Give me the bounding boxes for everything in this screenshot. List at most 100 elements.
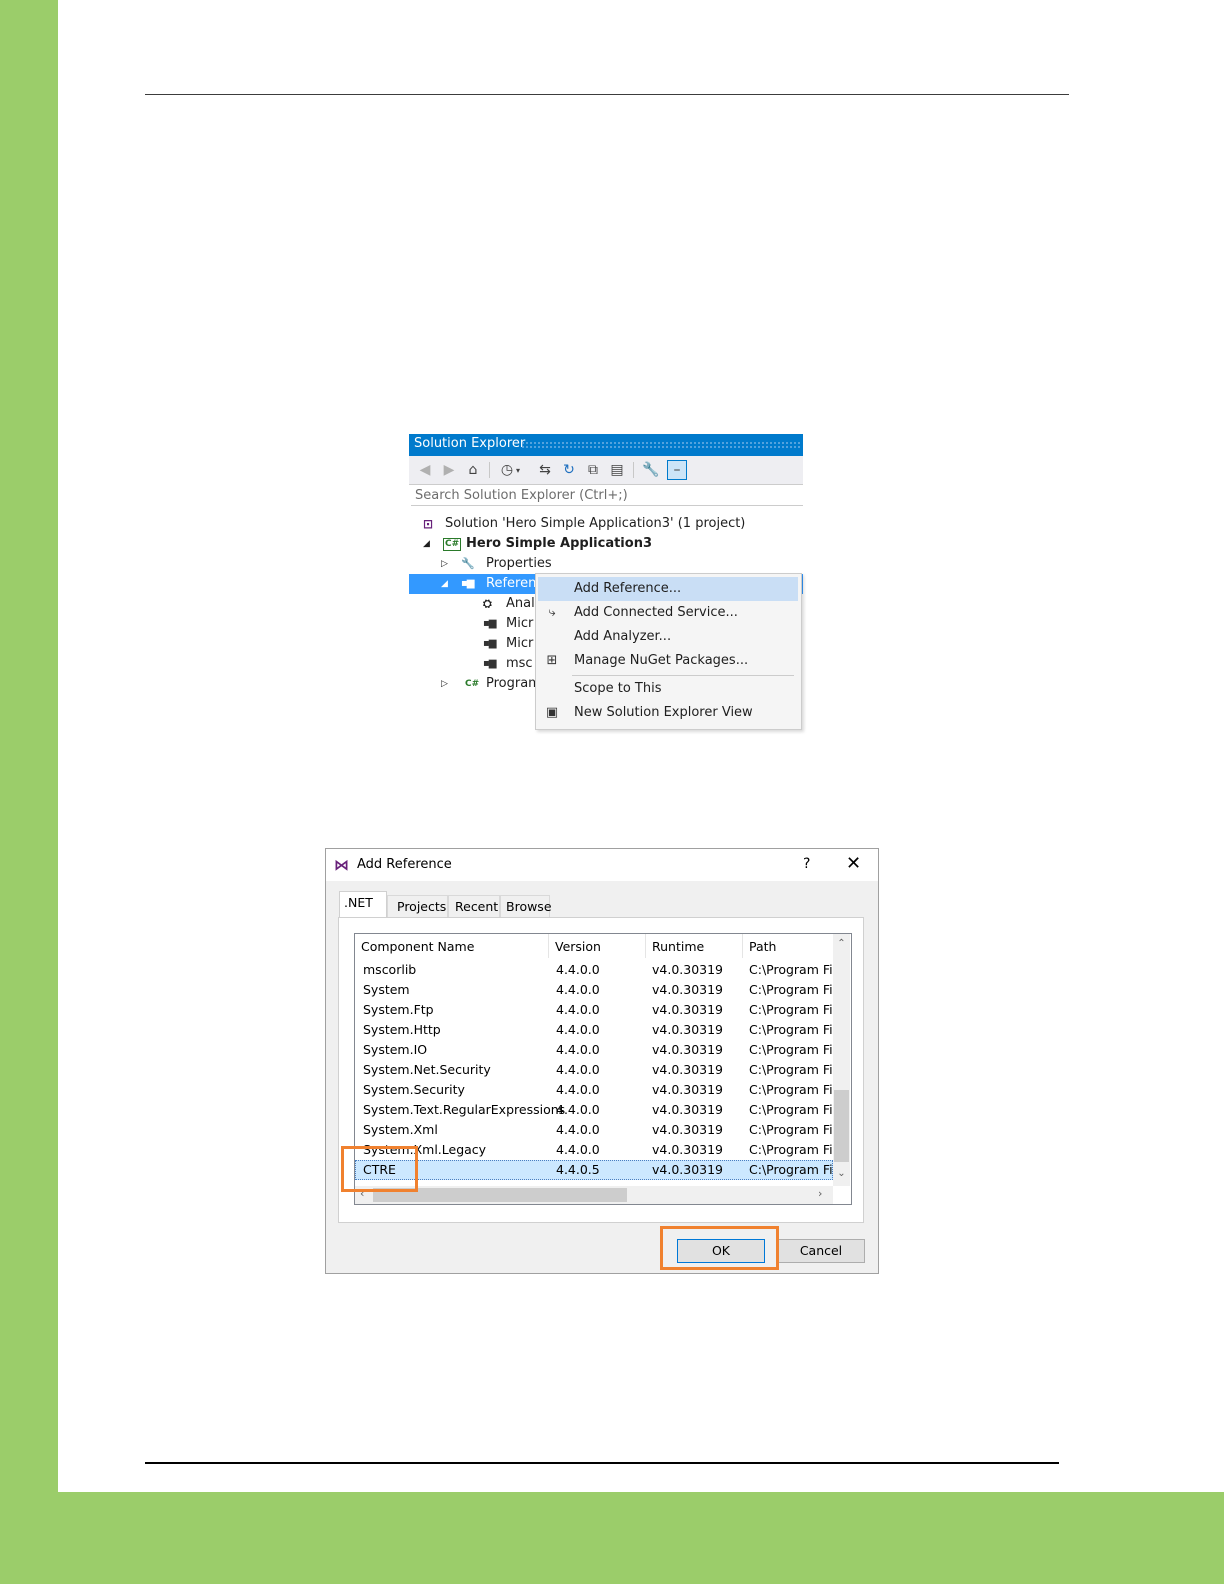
highlight-box-ctre [341, 1146, 418, 1192]
tree-item-label: Micr [506, 636, 534, 651]
tree-item-label: Hero Simple Application3 [466, 536, 652, 551]
context-menu: Add Reference... ⤷ Add Connected Service… [535, 573, 802, 730]
analyzer-icon: ⛭ [483, 597, 492, 610]
close-button[interactable]: ✕ [846, 853, 861, 874]
tab-recent[interactable]: Recent [448, 895, 500, 917]
table-row[interactable]: CTRE 4.4.0.5 v4.0.30319 C:\Program Fil [355, 1160, 836, 1180]
cell-runtime: v4.0.30319 [652, 1042, 724, 1057]
menu-item-new-solution-explorer-view[interactable]: ▣ New Solution Explorer View [538, 701, 798, 725]
table-row[interactable]: System.Security 4.4.0.0 v4.0.30319 C:\Progr… [355, 1080, 837, 1100]
cell-runtime: v4.0.30319 [652, 1082, 724, 1097]
scrollbar-thumb[interactable] [834, 1090, 849, 1162]
table-row[interactable]: System 4.4.0.0 v4.0.30319 C:\Program Fil [355, 980, 836, 1000]
column-header-runtime[interactable]: Runtime [646, 934, 743, 958]
properties-wrench-icon[interactable]: 🔧 [641, 460, 661, 480]
cell-component-name: System.Text.RegularExpressions [363, 1102, 566, 1117]
solution-explorer-title: Solution Explorer [414, 436, 526, 451]
column-header-version[interactable]: Version [549, 934, 646, 958]
new-view-icon: ▣ [545, 705, 559, 720]
cell-path: C:\Program Fil [749, 1062, 837, 1077]
cell-runtime: v4.0.30319 [652, 1022, 724, 1037]
references-icon: ▪▆ [461, 578, 475, 589]
wrench-icon: 🔧 [461, 557, 475, 570]
cell-component-name: System.IO [363, 1042, 428, 1057]
cell-version: 4.4.0.0 [556, 1022, 600, 1037]
table-row[interactable]: mscorlib 4.4.0.0 v4.0.30319 C:\Program Fil [355, 960, 836, 980]
menu-item-label: Add Analyzer... [574, 629, 672, 644]
table-row[interactable]: System.Xml 4.4.0.0 v4.0.30319 C:\Program Fi… [355, 1120, 837, 1140]
cell-path: C:\Program Fil [749, 1082, 837, 1097]
menu-item-manage-nuget[interactable]: ⊞ Manage NuGet Packages... [538, 649, 798, 673]
back-icon[interactable]: ◀ [415, 460, 435, 480]
horizontal-scrollbar[interactable]: ‹ › [355, 1186, 833, 1204]
cell-runtime: v4.0.30319 [652, 1062, 724, 1077]
cell-version: 4.4.0.0 [556, 1122, 600, 1137]
add-reference-dialog: ⋈ Add Reference ? ✕ .NET Projects Recent… [325, 848, 879, 1274]
tab-projects[interactable]: Projects [387, 895, 448, 917]
tree-item-label: Anal [506, 596, 535, 611]
preview-selected-icon[interactable]: – [667, 460, 687, 480]
cell-path: C:\Program Fil [749, 1122, 837, 1137]
scroll-down-icon[interactable]: ⌄ [833, 1168, 850, 1179]
table-row[interactable]: System.IO 4.4.0.0 v4.0.30319 C:\Program Fil [355, 1040, 837, 1060]
vertical-scrollbar[interactable]: ⌃ ⌄ [833, 934, 850, 1186]
collapse-all-icon[interactable]: ⧉ [583, 460, 603, 480]
titlebar-grip [521, 441, 801, 449]
csharp-project-icon: C# [443, 538, 462, 551]
table-row[interactable]: System.Ftp 4.4.0.0 v4.0.30319 C:\Program Fi… [355, 1000, 836, 1020]
table-row[interactable]: System.Text.RegularExpressions 4.4.0.0 v4.… [355, 1100, 836, 1120]
collapsed-arrow-icon[interactable]: ▷ [441, 674, 448, 694]
cancel-button[interactable]: Cancel [777, 1239, 865, 1263]
table-row[interactable]: System.Xml.Legacy 4.4.0.0 v4.0.30319 C:\Pro… [355, 1140, 837, 1160]
home-icon[interactable]: ⌂ [463, 460, 483, 480]
tab-dotnet[interactable]: .NET [339, 891, 387, 918]
cell-runtime: v4.0.30319 [652, 1162, 724, 1177]
show-all-files-icon[interactable]: ▤ [607, 460, 627, 480]
solution-explorer-titlebar: Solution Explorer [409, 434, 803, 456]
table-row[interactable]: System.Net.Security 4.4.0.0 v4.0.30319 C:\P… [355, 1060, 837, 1080]
visual-studio-icon: ⋈ [334, 856, 349, 874]
collapsed-arrow-icon[interactable]: ▷ [441, 554, 448, 574]
scroll-right-icon[interactable]: › [818, 1187, 822, 1200]
menu-item-add-reference[interactable]: Add Reference... [538, 577, 798, 601]
menu-item-scope-to-this[interactable]: Scope to This [538, 677, 798, 701]
forward-icon[interactable]: ▶ [439, 460, 459, 480]
column-header-component-name[interactable]: Component Name [355, 934, 549, 958]
cell-component-name: System.Security [363, 1082, 465, 1097]
cell-component-name: System.Xml [363, 1122, 438, 1137]
tree-item-label: Micr [506, 616, 534, 631]
tree-item-label: Solution 'Hero Simple Application3' (1 p… [445, 516, 746, 531]
cell-path: C:\Program Fil [749, 1142, 837, 1157]
highlight-box-ok [660, 1226, 779, 1270]
component-list[interactable]: Component Name Version Runtime Path msco… [354, 933, 852, 1205]
sync-icon[interactable]: ⇆ [535, 460, 555, 480]
menu-item-label: Add Connected Service... [574, 605, 738, 620]
menu-item-add-connected-service[interactable]: ⤷ Add Connected Service... [538, 601, 798, 625]
table-row[interactable]: System.Http 4.4.0.0 v4.0.30319 C:\Program F… [355, 1020, 836, 1040]
tab-browse[interactable]: Browse [500, 895, 552, 917]
cell-version: 4.4.0.0 [556, 1062, 600, 1077]
solution-explorer-toolbar: ◀ ▶ ⌂ ◷ ▾ ⇆ ↻ ⧉ ▤ 🔧 – [409, 456, 803, 485]
expanded-arrow-icon[interactable]: ◢ [423, 534, 430, 554]
page-corner [58, 1460, 118, 1492]
tree-item-label: Properties [486, 556, 552, 571]
connected-service-icon: ⤷ [548, 605, 556, 620]
dialog-title: Add Reference [357, 857, 452, 872]
cell-version: 4.4.0.0 [556, 982, 600, 997]
help-button[interactable]: ? [803, 856, 810, 872]
cell-runtime: v4.0.30319 [652, 1002, 724, 1017]
page-green-footer [0, 1492, 1224, 1584]
cell-version: 4.4.0.0 [556, 1142, 600, 1157]
refresh-icon[interactable]: ↻ [559, 460, 579, 480]
dropdown-arrow-icon[interactable]: ▾ [513, 460, 523, 480]
cell-path: C:\Program Fil [749, 1042, 837, 1057]
cell-component-name: System.Net.Security [363, 1062, 491, 1077]
cell-runtime: v4.0.30319 [652, 962, 724, 977]
expanded-arrow-icon[interactable]: ◢ [441, 574, 448, 594]
scroll-up-icon[interactable]: ⌃ [833, 938, 850, 949]
dialog-titlebar: ⋈ Add Reference ? ✕ [326, 849, 878, 881]
solution-explorer-search-input[interactable]: Search Solution Explorer (Ctrl+;) [411, 486, 803, 506]
menu-separator [572, 675, 794, 676]
menu-item-add-analyzer[interactable]: Add Analyzer... [538, 625, 798, 649]
column-header-path[interactable]: Path [743, 934, 833, 958]
